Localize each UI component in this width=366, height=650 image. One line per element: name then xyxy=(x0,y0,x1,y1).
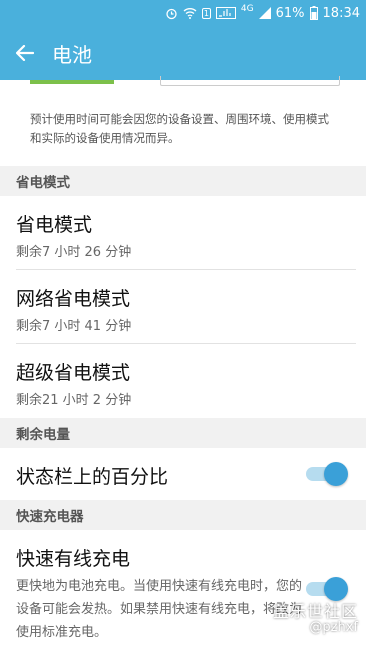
power-saving-mode-item[interactable]: 省电模式 剩余7 小时 26 分钟 xyxy=(0,210,366,260)
section-header-power-saving: 省电模式 xyxy=(0,166,366,196)
section-header-remaining: 剩余电量 xyxy=(0,418,366,448)
estimate-note: 预计使用时间可能会因您的设备设置、周围环境、使用模式和实际的设备使用情况而异。 xyxy=(30,112,329,145)
usage-chart-remnant xyxy=(0,76,366,90)
item-description: 更快地为电池充电。当使用快速有线充电时，您的设备可能会发热。如果禁用快速有线充电… xyxy=(16,579,303,640)
item-title: 超级省电模式 xyxy=(16,362,131,384)
usage-bar xyxy=(30,80,114,84)
divider xyxy=(16,269,356,270)
battery-percent: 61% xyxy=(275,5,305,21)
item-title: 状态栏上的百分比 xyxy=(16,466,169,488)
item-title: 省电模式 xyxy=(16,214,93,236)
battery-icon xyxy=(309,6,318,20)
watermark-title: 盖乐世社区 xyxy=(272,602,358,621)
network-power-saving-item[interactable]: 网络省电模式 剩余7 小时 41 分钟 xyxy=(0,284,366,334)
battery-settings-list[interactable]: 预计使用时间可能会因您的设备设置、周围环境、使用模式和实际的设备使用情况而异。 … xyxy=(0,76,366,650)
toggle-knob xyxy=(324,462,348,486)
percentage-toggle[interactable] xyxy=(306,462,348,486)
clock: 18:34 xyxy=(322,5,360,21)
alarm-icon xyxy=(165,7,178,20)
signal-icon xyxy=(258,7,271,19)
wifi-icon xyxy=(183,7,197,19)
usage-box xyxy=(160,76,340,86)
volte-icon xyxy=(215,7,236,19)
status-bar: 1 4G 61% 18:34 xyxy=(0,0,366,26)
sim-badge: 1 xyxy=(201,7,211,19)
fast-charging-toggle[interactable] xyxy=(306,577,348,601)
ultra-power-saving-item[interactable]: 超级省电模式 剩余21 小时 2 分钟 xyxy=(0,358,366,408)
watermark-handle: @pzhxf xyxy=(309,620,358,635)
item-title: 网络省电模式 xyxy=(16,288,131,310)
section-header-fast-charger: 快速充电器 xyxy=(0,500,366,530)
item-subtitle: 剩余21 小时 2 分钟 xyxy=(16,393,132,408)
back-arrow-icon xyxy=(16,45,34,61)
network-type: 4G xyxy=(240,4,254,14)
item-subtitle: 剩余7 小时 41 分钟 xyxy=(16,319,132,334)
app-bar: 电池 xyxy=(0,26,366,80)
back-button[interactable] xyxy=(0,26,50,80)
item-title: 快速有线充电 xyxy=(16,548,131,570)
item-subtitle: 剩余7 小时 26 分钟 xyxy=(16,245,132,260)
divider xyxy=(16,343,356,344)
page-title: 电池 xyxy=(52,42,92,67)
